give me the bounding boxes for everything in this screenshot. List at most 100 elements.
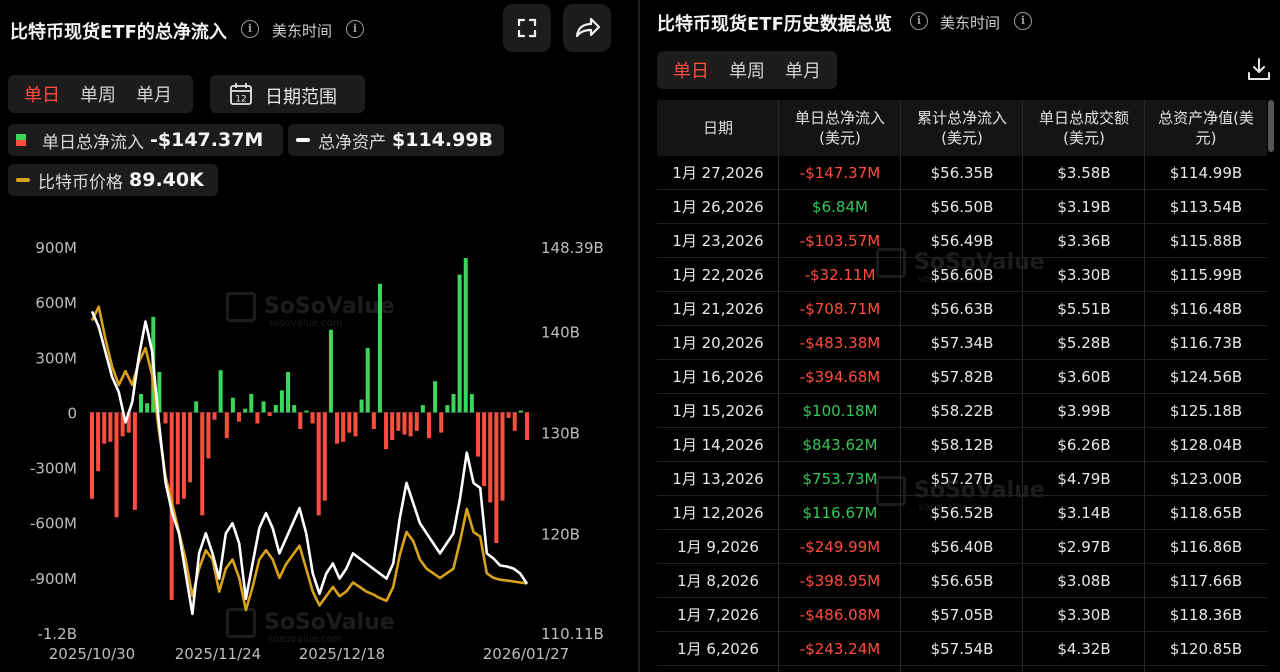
- table-cell: 1月 20,2026: [672, 334, 764, 352]
- x-tick-label: 2025/11/24: [175, 645, 261, 663]
- timezone-label: 美东时间: [940, 14, 1001, 32]
- y-tick-label: 900M: [35, 239, 77, 257]
- table-title: 比特币现货ETF历史数据总览: [657, 14, 892, 35]
- column-header[interactable]: 单日总成交额 (美元): [1023, 100, 1145, 156]
- inflow-chart-panel: 比特币现货ETF的总净流入 i 美东时间 i 单日 单周 单月 12 日期范围 …: [0, 0, 636, 672]
- info-icon[interactable]: i: [910, 12, 928, 30]
- table-cell: $115.88B: [1169, 232, 1243, 250]
- table-cell: $113.54B: [1169, 198, 1243, 216]
- table-row[interactable]: 1月 23,2026 -$103.57M $56.49B $3.36B $115.88B: [657, 224, 1267, 258]
- outflow-bar: [102, 412, 107, 444]
- share-icon: [575, 17, 601, 38]
- tab-daily[interactable]: 单日: [663, 57, 719, 83]
- table-row[interactable]: 1月 15,2026 $100.18M $58.22B $3.99B $125.18B: [657, 394, 1267, 428]
- fullscreen-button[interactable]: [503, 4, 551, 52]
- inflow-bar: [445, 405, 450, 413]
- outflow-bar: [108, 412, 113, 442]
- table-cell: $118.65B: [1169, 504, 1243, 522]
- tab-weekly[interactable]: 单周: [719, 57, 775, 83]
- outflow-bar: [506, 412, 511, 418]
- outflow-bar: [206, 412, 211, 459]
- table-cell: $116.73B: [1169, 334, 1243, 352]
- table-cell: $57.82B: [930, 368, 994, 386]
- table-cell: $118.36B: [1169, 606, 1243, 624]
- table-cell: -$394.68M: [799, 368, 881, 386]
- tab-daily[interactable]: 单日: [14, 81, 70, 107]
- table-row[interactable]: 1月 9,2026 -$249.99M $56.40B $2.97B $116.86B: [657, 530, 1267, 564]
- table-cell: $56.60B: [930, 266, 994, 284]
- column-header[interactable]: 单日总净流入 (美元): [779, 100, 901, 156]
- inflow-bar: [377, 283, 382, 413]
- table-cell: 1月 27,2026: [672, 164, 764, 182]
- table-cell: $2.97B: [1057, 538, 1111, 556]
- y-tick-label: -300M: [30, 460, 77, 478]
- outflow-bar: [347, 412, 352, 433]
- table-row[interactable]: 1月 13,2026 $753.73M $57.27B $4.79B $123.00B: [657, 462, 1267, 496]
- table-cell: -$398.95M: [799, 572, 881, 590]
- table-row[interactable]: 1月 26,2026 $6.84M $56.50B $3.19B $113.54B: [657, 190, 1267, 224]
- outflow-bar: [200, 412, 205, 516]
- info-icon[interactable]: i: [241, 20, 259, 38]
- outflow-bar: [408, 412, 413, 437]
- share-button[interactable]: [563, 4, 611, 52]
- table-cell: 1月 9,2026: [677, 538, 759, 556]
- table-cell: 1月 13,2026: [672, 470, 764, 488]
- x-tick-label: 2025/12/18: [299, 645, 385, 663]
- table-row[interactable]: 1月 7,2026 -$486.08M $57.05B $3.30B $118.36B: [657, 598, 1267, 632]
- column-header[interactable]: 累计总净流入 (美元): [901, 100, 1023, 156]
- column-header[interactable]: 总资产净值(美 元): [1145, 100, 1267, 156]
- table-row[interactable]: 1月 6,2026 -$243.24M $57.54B $4.32B $120.85B: [657, 632, 1267, 666]
- tab-monthly[interactable]: 单月: [775, 57, 831, 83]
- svg-text:12: 12: [235, 95, 246, 105]
- outflow-bar: [371, 412, 376, 429]
- outflow-bar: [310, 412, 315, 424]
- flow-chart: 900M 600M 300M 0 -300M -600M -900M -1.2B 148.39B…: [30, 239, 604, 663]
- table-cell: 1月 21,2026: [672, 300, 764, 318]
- timezone-info-icon[interactable]: i: [1014, 12, 1032, 30]
- inflow-bar: [286, 371, 291, 413]
- table-row[interactable]: 1月 22,2026 -$32.11M $56.60B $3.30B $115.99B: [657, 258, 1267, 292]
- legend-assets-value: $114.99B: [392, 129, 494, 151]
- table-cell: $117.66B: [1169, 572, 1243, 590]
- table-cell: $3.08B: [1057, 572, 1111, 590]
- table-cell: $4.79B: [1057, 470, 1111, 488]
- table-cell: $3.14B: [1057, 504, 1111, 522]
- table-row[interactable]: 1月 20,2026 -$483.38M $57.34B $5.28B $116.73B: [657, 326, 1267, 360]
- tab-monthly[interactable]: 单月: [126, 81, 182, 107]
- outflow-bar: [267, 412, 272, 417]
- table-cell: $56.49B: [930, 232, 994, 250]
- table-scrollbar[interactable]: [1268, 100, 1274, 152]
- table-cell: $4.32B: [1057, 640, 1111, 658]
- outflow-bar: [335, 412, 340, 444]
- inflow-bar: [249, 394, 254, 413]
- timezone-info-icon[interactable]: i: [346, 20, 364, 38]
- fullscreen-icon: [517, 18, 537, 38]
- table-cell: $57.34B: [930, 334, 994, 352]
- table-row[interactable]: 1月 14,2026 $843.62M $58.12B $6.26B $128.04B: [657, 428, 1267, 462]
- table-cell: 1月 6,2026: [677, 640, 759, 658]
- outflow-bar: [255, 412, 260, 424]
- outflow-bar: [482, 412, 487, 486]
- table-cell: $100.18M: [802, 402, 878, 420]
- table-cell: $114.99B: [1169, 164, 1243, 182]
- download-icon[interactable]: [1246, 56, 1272, 82]
- table-cell: 1月 8,2026: [677, 572, 759, 590]
- tab-weekly[interactable]: 单周: [70, 81, 126, 107]
- table-row[interactable]: 1月 27,2026 -$147.37M $56.35B $3.58B $114.99B: [657, 156, 1267, 190]
- table-cell: -$147.37M: [799, 164, 881, 182]
- table-cell: $125.18B: [1169, 402, 1243, 420]
- table-cell: $56.63B: [930, 300, 994, 318]
- table-cell: $3.30B: [1057, 606, 1111, 624]
- column-header[interactable]: 日期: [657, 100, 779, 156]
- table-row[interactable]: 1月 16,2026 -$394.68M $57.82B $3.60B $124.56B: [657, 360, 1267, 394]
- legend-price-label: 比特币价格: [38, 172, 123, 193]
- table-row[interactable]: 1月 21,2026 -$708.71M $56.63B $5.51B $116.48B: [657, 292, 1267, 326]
- table-cell: -$243.24M: [799, 640, 881, 658]
- inflow-bar: [230, 397, 235, 413]
- outflow-bar: [402, 412, 407, 435]
- table-cell: $120.85B: [1169, 640, 1243, 658]
- inflow-bar: [145, 403, 150, 413]
- table-row[interactable]: 1月 8,2026 -$398.95M $56.65B $3.08B $117.66B: [657, 564, 1267, 598]
- date-range-button[interactable]: 12 日期范围: [210, 75, 365, 113]
- table-row[interactable]: 1月 12,2026 $116.67M $56.52B $3.14B $118.65B: [657, 496, 1267, 530]
